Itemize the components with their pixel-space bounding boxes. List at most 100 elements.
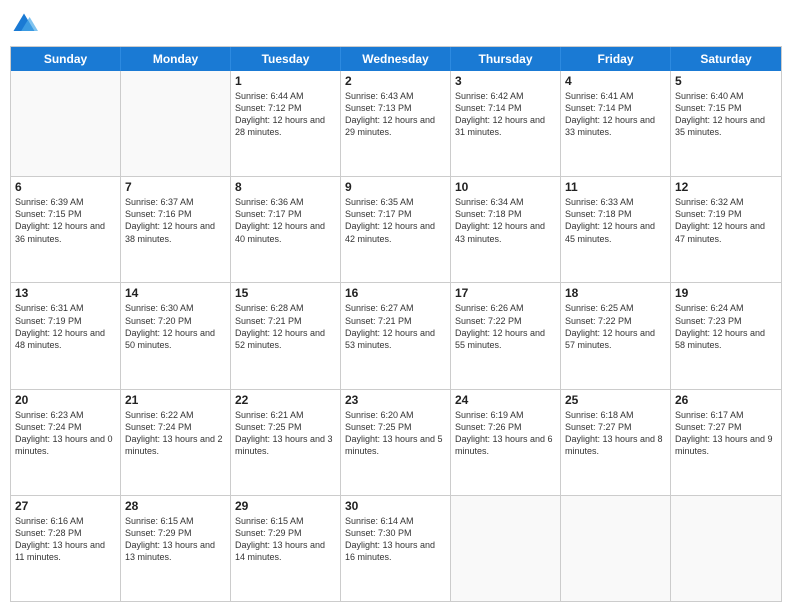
day-cell-22: 22Sunrise: 6:21 AM Sunset: 7:25 PM Dayli… — [231, 390, 341, 495]
calendar-row-1: 1 Sunrise: 6:44 AM Sunset: 7:12 PM Daylig… — [11, 71, 781, 177]
empty-cell-r4-c5 — [561, 496, 671, 601]
day-cell-17: 17 Sunrise: 6:26 AM Sunset: 7:22 PM Dayli… — [451, 283, 561, 388]
day-cell-14: 14 Sunrise: 6:30 AM Sunset: 7:20 PM Dayli… — [121, 283, 231, 388]
day-number-21: 21 — [125, 393, 226, 407]
day-info-25: Sunrise: 6:18 AM Sunset: 7:27 PM Dayligh… — [565, 409, 666, 458]
day-cell-21: 21 Sunrise: 6:22 AM Sunset: 7:24 PM Dayli… — [121, 390, 231, 495]
header-day-thursday: Thursday — [451, 47, 561, 71]
day-number-8: 8 — [235, 180, 336, 194]
day-cell-8: 8 Sunrise: 6:36 AM Sunset: 7:17 PM Daylig… — [231, 177, 341, 282]
day-info-27: Sunrise: 6:16 AM Sunset: 7:28 PM Dayligh… — [15, 515, 116, 564]
day-number-1: 1 — [235, 74, 336, 88]
day-cell-4: 4 Sunrise: 6:41 AM Sunset: 7:14 PM Daylig… — [561, 71, 671, 176]
calendar-row-4: 20 Sunrise: 6:23 AM Sunset: 7:24 PM Dayli… — [11, 390, 781, 496]
day-info-16: Sunrise: 6:27 AM Sunset: 7:21 PM Dayligh… — [345, 302, 446, 351]
day-cell-9: 9 Sunrise: 6:35 AM Sunset: 7:17 PM Daylig… — [341, 177, 451, 282]
empty-cell-r4-c6 — [671, 496, 781, 601]
day-info-29: Sunrise: 6:15 AM Sunset: 7:29 PM Dayligh… — [235, 515, 336, 564]
calendar: SundayMondayTuesdayWednesdayThursdayFrid… — [10, 46, 782, 602]
day-info-14: Sunrise: 6:30 AM Sunset: 7:20 PM Dayligh… — [125, 302, 226, 351]
day-number-19: 19 — [675, 286, 777, 300]
day-cell-13: 13Sunrise: 6:31 AM Sunset: 7:19 PM Dayli… — [11, 283, 121, 388]
day-cell-12: 12 Sunrise: 6:32 AM Sunset: 7:19 PM Dayli… — [671, 177, 781, 282]
day-number-23: 23 — [345, 393, 446, 407]
empty-cell-r0-c1 — [121, 71, 231, 176]
day-info-1: Sunrise: 6:44 AM Sunset: 7:12 PM Dayligh… — [235, 90, 336, 139]
day-number-10: 10 — [455, 180, 556, 194]
day-cell-30: 30Sunrise: 6:14 AM Sunset: 7:30 PM Dayli… — [341, 496, 451, 601]
day-info-21: Sunrise: 6:22 AM Sunset: 7:24 PM Dayligh… — [125, 409, 226, 458]
day-info-26: Sunrise: 6:17 AM Sunset: 7:27 PM Dayligh… — [675, 409, 777, 458]
day-number-11: 11 — [565, 180, 666, 194]
header-day-wednesday: Wednesday — [341, 47, 451, 71]
day-info-23: Sunrise: 6:20 AM Sunset: 7:25 PM Dayligh… — [345, 409, 446, 458]
header-day-monday: Monday — [121, 47, 231, 71]
day-info-6: Sunrise: 6:39 AM Sunset: 7:15 PM Dayligh… — [15, 196, 116, 245]
calendar-row-3: 13Sunrise: 6:31 AM Sunset: 7:19 PM Dayli… — [11, 283, 781, 389]
header-day-saturday: Saturday — [671, 47, 781, 71]
logo-icon — [10, 10, 38, 38]
day-info-24: Sunrise: 6:19 AM Sunset: 7:26 PM Dayligh… — [455, 409, 556, 458]
day-number-15: 15 — [235, 286, 336, 300]
day-number-12: 12 — [675, 180, 777, 194]
day-cell-10: 10 Sunrise: 6:34 AM Sunset: 7:18 PM Dayli… — [451, 177, 561, 282]
day-info-7: Sunrise: 6:37 AM Sunset: 7:16 PM Dayligh… — [125, 196, 226, 245]
day-info-19: Sunrise: 6:24 AM Sunset: 7:23 PM Dayligh… — [675, 302, 777, 351]
day-info-5: Sunrise: 6:40 AM Sunset: 7:15 PM Dayligh… — [675, 90, 777, 139]
day-info-9: Sunrise: 6:35 AM Sunset: 7:17 PM Dayligh… — [345, 196, 446, 245]
day-cell-26: 26 Sunrise: 6:17 AM Sunset: 7:27 PM Dayli… — [671, 390, 781, 495]
day-info-17: Sunrise: 6:26 AM Sunset: 7:22 PM Dayligh… — [455, 302, 556, 351]
day-info-10: Sunrise: 6:34 AM Sunset: 7:18 PM Dayligh… — [455, 196, 556, 245]
day-cell-25: 25 Sunrise: 6:18 AM Sunset: 7:27 PM Dayli… — [561, 390, 671, 495]
day-number-17: 17 — [455, 286, 556, 300]
day-number-20: 20 — [15, 393, 116, 407]
calendar-row-5: 27 Sunrise: 6:16 AM Sunset: 7:28 PM Dayli… — [11, 496, 781, 601]
day-cell-29: 29 Sunrise: 6:15 AM Sunset: 7:29 PM Dayli… — [231, 496, 341, 601]
day-info-2: Sunrise: 6:43 AM Sunset: 7:13 PM Dayligh… — [345, 90, 446, 139]
day-cell-3: 3Sunrise: 6:42 AM Sunset: 7:14 PM Daylig… — [451, 71, 561, 176]
day-number-14: 14 — [125, 286, 226, 300]
day-cell-11: 11 Sunrise: 6:33 AM Sunset: 7:18 PM Dayli… — [561, 177, 671, 282]
day-cell-24: 24 Sunrise: 6:19 AM Sunset: 7:26 PM Dayli… — [451, 390, 561, 495]
empty-cell-r4-c4 — [451, 496, 561, 601]
day-number-2: 2 — [345, 74, 446, 88]
header-day-friday: Friday — [561, 47, 671, 71]
calendar-header-row: SundayMondayTuesdayWednesdayThursdayFrid… — [11, 47, 781, 71]
day-info-20: Sunrise: 6:23 AM Sunset: 7:24 PM Dayligh… — [15, 409, 116, 458]
day-info-4: Sunrise: 6:41 AM Sunset: 7:14 PM Dayligh… — [565, 90, 666, 139]
day-number-26: 26 — [675, 393, 777, 407]
page: SundayMondayTuesdayWednesdayThursdayFrid… — [0, 0, 792, 612]
day-cell-20: 20 Sunrise: 6:23 AM Sunset: 7:24 PM Dayli… — [11, 390, 121, 495]
day-info-28: Sunrise: 6:15 AM Sunset: 7:29 PM Dayligh… — [125, 515, 226, 564]
empty-cell-r0-c0 — [11, 71, 121, 176]
header — [10, 10, 782, 38]
day-info-11: Sunrise: 6:33 AM Sunset: 7:18 PM Dayligh… — [565, 196, 666, 245]
day-cell-19: 19 Sunrise: 6:24 AM Sunset: 7:23 PM Dayli… — [671, 283, 781, 388]
day-cell-5: 5 Sunrise: 6:40 AM Sunset: 7:15 PM Daylig… — [671, 71, 781, 176]
day-cell-15: 15 Sunrise: 6:28 AM Sunset: 7:21 PM Dayli… — [231, 283, 341, 388]
day-number-16: 16 — [345, 286, 446, 300]
day-number-4: 4 — [565, 74, 666, 88]
day-number-25: 25 — [565, 393, 666, 407]
day-cell-18: 18Sunrise: 6:25 AM Sunset: 7:22 PM Dayli… — [561, 283, 671, 388]
logo — [10, 10, 42, 38]
day-number-27: 27 — [15, 499, 116, 513]
day-info-18: Sunrise: 6:25 AM Sunset: 7:22 PM Dayligh… — [565, 302, 666, 351]
day-cell-6: 6 Sunrise: 6:39 AM Sunset: 7:15 PM Daylig… — [11, 177, 121, 282]
header-day-tuesday: Tuesday — [231, 47, 341, 71]
day-cell-7: 7Sunrise: 6:37 AM Sunset: 7:16 PM Daylig… — [121, 177, 231, 282]
day-number-6: 6 — [15, 180, 116, 194]
day-number-24: 24 — [455, 393, 556, 407]
day-cell-16: 16 Sunrise: 6:27 AM Sunset: 7:21 PM Dayli… — [341, 283, 451, 388]
day-number-9: 9 — [345, 180, 446, 194]
day-info-30: Sunrise: 6:14 AM Sunset: 7:30 PM Dayligh… — [345, 515, 446, 564]
day-number-29: 29 — [235, 499, 336, 513]
day-number-5: 5 — [675, 74, 777, 88]
day-info-12: Sunrise: 6:32 AM Sunset: 7:19 PM Dayligh… — [675, 196, 777, 245]
day-info-13: Sunrise: 6:31 AM Sunset: 7:19 PM Dayligh… — [15, 302, 116, 351]
day-info-3: Sunrise: 6:42 AM Sunset: 7:14 PM Dayligh… — [455, 90, 556, 139]
day-info-15: Sunrise: 6:28 AM Sunset: 7:21 PM Dayligh… — [235, 302, 336, 351]
calendar-row-2: 6 Sunrise: 6:39 AM Sunset: 7:15 PM Daylig… — [11, 177, 781, 283]
day-info-8: Sunrise: 6:36 AM Sunset: 7:17 PM Dayligh… — [235, 196, 336, 245]
day-cell-2: 2 Sunrise: 6:43 AM Sunset: 7:13 PM Daylig… — [341, 71, 451, 176]
